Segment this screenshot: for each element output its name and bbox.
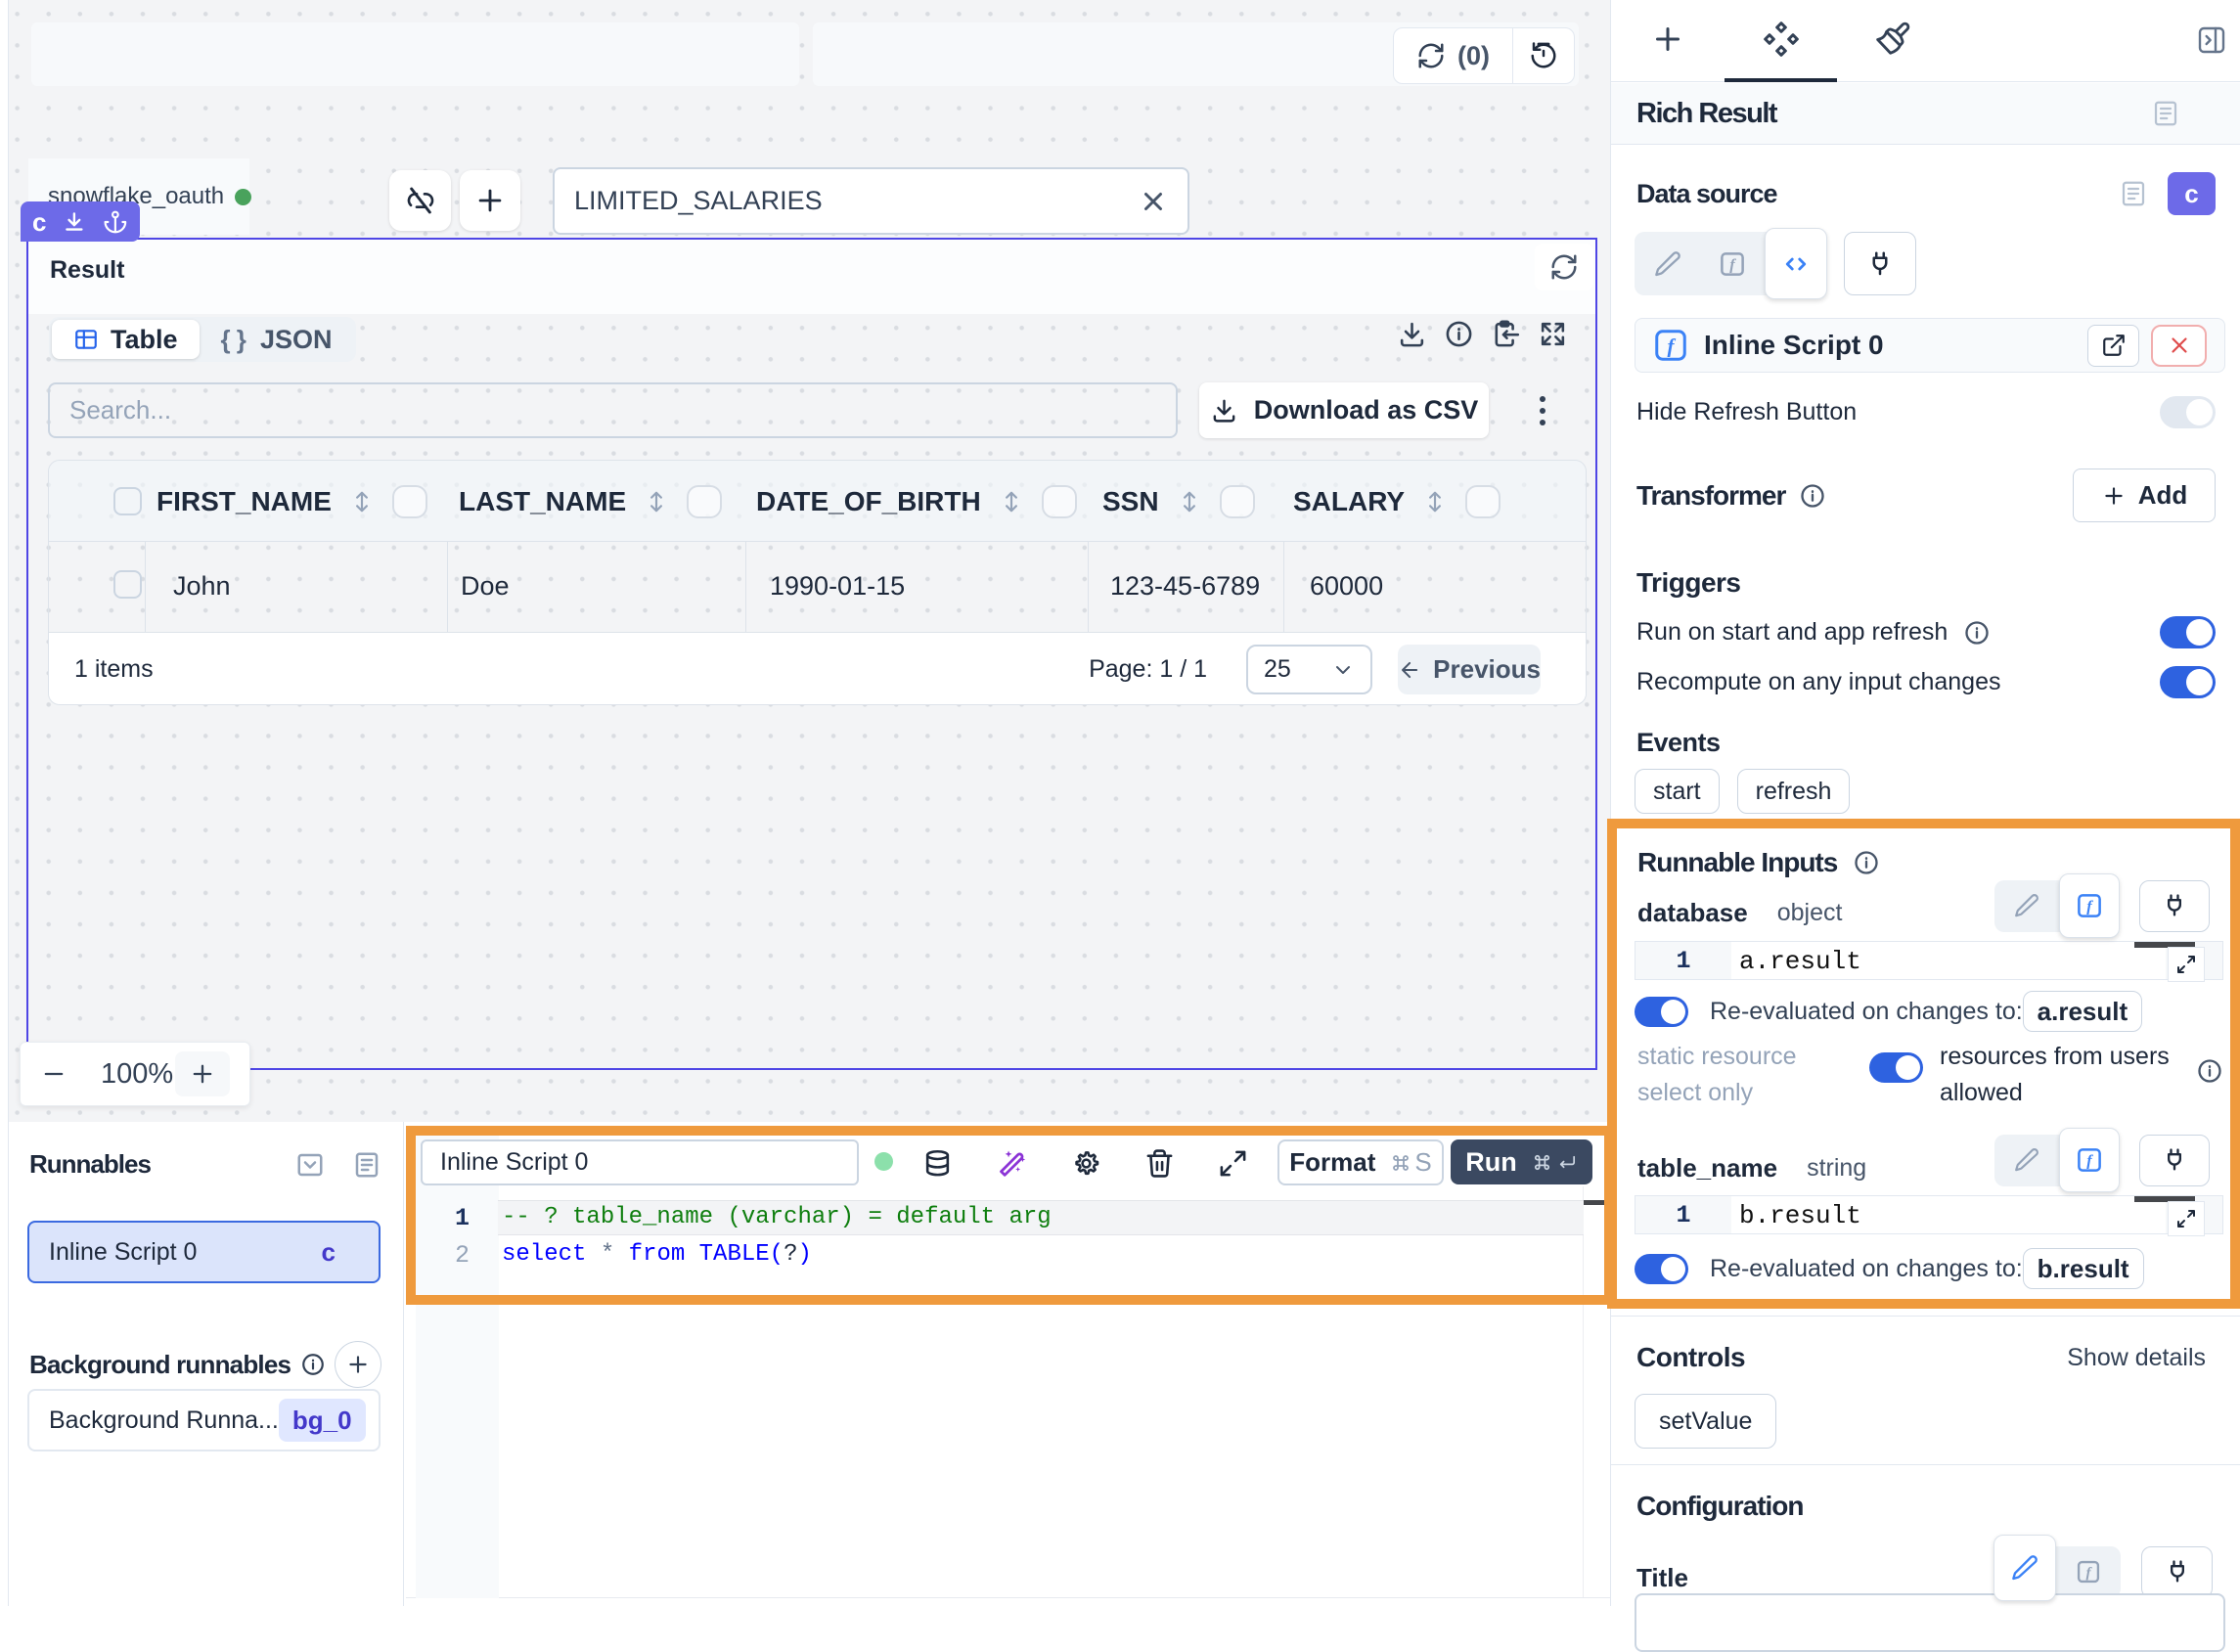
svg-text:f: f xyxy=(1729,255,1736,273)
svg-text:f: f xyxy=(1668,335,1677,358)
svg-text:f: f xyxy=(2085,1564,2092,1581)
